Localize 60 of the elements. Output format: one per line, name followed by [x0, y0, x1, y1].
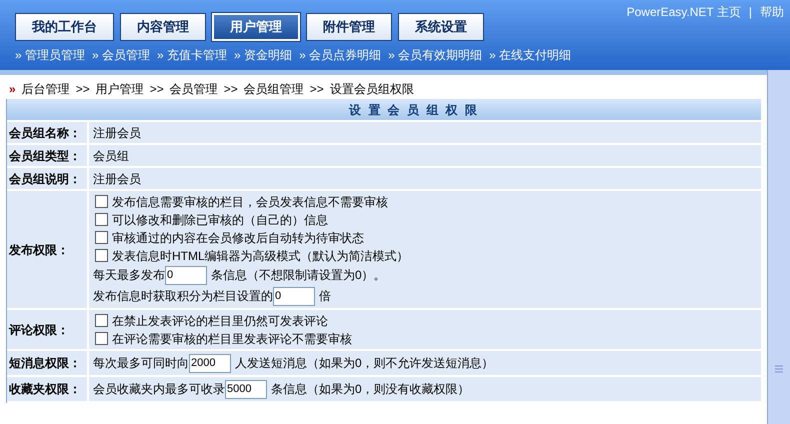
field-value: 会员组 — [93, 148, 129, 164]
field-label: 会员组名称： — [9, 124, 81, 142]
input-field[interactable]: 0 — [165, 266, 207, 284]
field-value: 注册会员 — [93, 124, 141, 142]
field-text: 会员收藏夹内最多可收录 — [93, 381, 225, 398]
field-text: 人发送短消息（如果为0，则不允许发送短消息） — [235, 355, 494, 372]
field-text: 条信息（如果为0，则没有收藏权限） — [271, 381, 470, 398]
checkbox-label: 审核通过的内容在会员修改后自动转为待审状态 — [112, 230, 364, 246]
field-label: 短消息权限： — [9, 355, 81, 372]
field-label: 评论权限： — [9, 322, 69, 338]
field-label: 发布权限： — [9, 242, 69, 258]
scrollbar[interactable] — [767, 70, 790, 424]
field-text: 条信息（不想限制请设置为0）。 — [211, 267, 386, 284]
field-text: 每天最多发布 — [93, 267, 165, 284]
checkbox-label: 发布信息需要审核的栏目，会员发表信息不需要审核 — [112, 194, 388, 210]
field-text: 发布信息时获取积分为栏目设置的 — [93, 288, 273, 305]
checkbox-label: 在禁止发表评论的栏目里仍然可发表评论 — [112, 312, 328, 330]
checkbox[interactable] — [95, 332, 108, 345]
submenu-link[interactable]: » 会员点券明细 — [299, 46, 382, 64]
breadcrumb-separator: >> — [76, 81, 90, 98]
submenu-link[interactable]: » 资金明细 — [234, 46, 292, 64]
input-field[interactable]: 5000 — [225, 380, 267, 398]
tab[interactable]: 用户管理 — [212, 13, 300, 41]
submenu-link[interactable]: » 会员有效期明细 — [388, 46, 482, 64]
breadcrumb-separator: >> — [310, 81, 324, 98]
submenu-link[interactable]: » 在线支付明细 — [489, 46, 572, 64]
input-field[interactable]: 2000 — [189, 354, 231, 372]
tab[interactable]: 我的工作台 — [15, 13, 114, 41]
breadcrumb-marker: » — [9, 81, 16, 98]
checkbox[interactable] — [95, 314, 108, 327]
submenu-link[interactable]: » 充值卡管理 — [157, 46, 228, 64]
checkbox-label: 发表信息时HTML编辑器为高级模式（默认为简洁模式） — [112, 248, 409, 264]
breadcrumb-link[interactable]: 会员管理 — [170, 80, 218, 98]
submenu-link[interactable]: » 会员管理 — [92, 46, 150, 64]
checkbox[interactable] — [95, 213, 108, 226]
breadcrumb-link[interactable]: 设置会员组权限 — [330, 80, 414, 98]
breadcrumb-link[interactable]: 用户管理 — [96, 80, 144, 98]
tab[interactable]: 内容管理 — [120, 13, 206, 41]
field-label: 收藏夹权限： — [9, 381, 81, 398]
checkbox-label: 在评论需要审核的栏目里发表评论不需要审核 — [112, 330, 352, 348]
field-label: 会员组类型： — [9, 148, 81, 164]
tab[interactable]: 系统设置 — [398, 13, 484, 41]
checkbox[interactable] — [95, 231, 108, 244]
submenu-link[interactable]: » 管理员管理 — [15, 46, 86, 64]
grip-icon — [775, 365, 783, 374]
checkbox[interactable] — [95, 195, 108, 208]
tab[interactable]: 附件管理 — [306, 13, 392, 41]
separator-text: | — [748, 4, 753, 21]
field-text: 倍 — [319, 288, 331, 305]
checkbox[interactable] — [95, 249, 108, 262]
breadcrumb-link[interactable]: 后台管理 — [22, 80, 70, 98]
breadcrumb-link[interactable]: 会员组管理 — [244, 80, 304, 98]
input-field[interactable]: 0 — [273, 286, 315, 306]
breadcrumb-separator: >> — [224, 81, 238, 98]
table-title: 设 置 会 员 组 权 限 — [348, 102, 479, 118]
breadcrumb-separator: >> — [150, 81, 164, 98]
field-label: 会员组说明： — [9, 170, 81, 188]
field-text: 每次最多可同时向 — [93, 355, 189, 372]
checkbox-label: 可以修改和删除已审核的（自己的）信息 — [112, 212, 328, 228]
field-value: 注册会员 — [93, 170, 141, 188]
